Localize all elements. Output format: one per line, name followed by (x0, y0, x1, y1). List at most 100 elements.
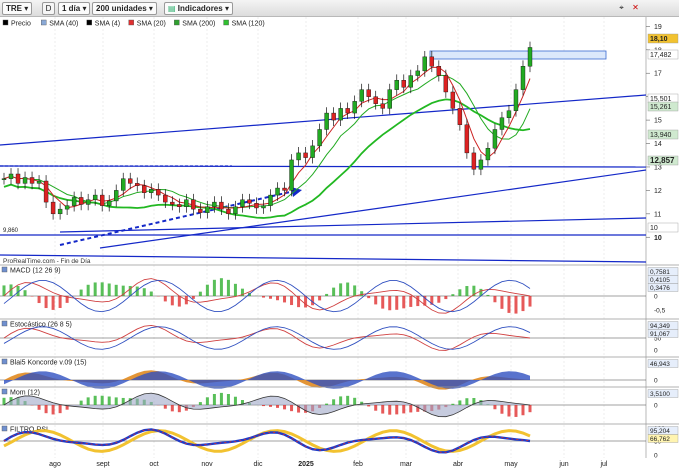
candle-body (506, 110, 512, 118)
candle-body (15, 173, 21, 184)
resistance-zone (429, 50, 607, 60)
price-label: 13,940 (650, 132, 672, 139)
histogram-bar (177, 296, 181, 307)
histogram-bar (100, 282, 104, 296)
candle-body (296, 152, 301, 161)
level-label: 9,860 (3, 228, 19, 234)
price-label: 10 (650, 225, 658, 232)
candle-body (422, 56, 427, 72)
candle-body (85, 199, 91, 205)
candle-body (408, 75, 413, 88)
candle-body (282, 187, 287, 191)
candle-body (366, 89, 371, 97)
candle-body (464, 124, 470, 154)
pane-swatch (1, 425, 8, 432)
histogram-bar (360, 291, 364, 296)
histogram-bar (212, 393, 216, 405)
candle-body (205, 206, 210, 213)
candle-body (22, 177, 28, 184)
histogram-bar (353, 285, 357, 296)
candle-body (338, 108, 343, 121)
price-label: 18,10 (650, 36, 668, 43)
histogram-bar (528, 405, 532, 413)
legend-label: SMA (4) (95, 21, 120, 28)
histogram-bar (325, 403, 329, 405)
legend-label: Precio (11, 21, 31, 28)
candle-body (331, 112, 336, 121)
histogram-bar (381, 296, 385, 309)
candle-body (499, 117, 505, 130)
histogram-bar (486, 294, 490, 296)
pane-tick-label: 0 (654, 403, 658, 410)
histogram-bar (93, 395, 97, 405)
candle-body (50, 201, 56, 215)
candle-body (149, 189, 154, 193)
candle-body (212, 201, 217, 207)
histogram-bar (226, 394, 230, 405)
histogram-bar (290, 405, 294, 412)
candle-body (394, 80, 399, 90)
candle-body (177, 204, 182, 207)
candle-body (492, 129, 498, 149)
histogram-bar (44, 296, 48, 309)
histogram-bar (2, 285, 6, 296)
y-tick-label: 14 (654, 141, 662, 148)
histogram-bar (416, 296, 420, 307)
pane-title: Estocástico (26 8 5) (10, 322, 72, 329)
legend-label: SMA (40) (49, 21, 78, 28)
y-tick-label: 15 (654, 118, 662, 125)
candle-body (1, 178, 7, 180)
candle-body (64, 205, 70, 210)
candle-body (310, 145, 315, 158)
candles (1, 41, 533, 220)
histogram-bar (451, 294, 455, 296)
right-axis (646, 17, 679, 468)
histogram-bar (51, 296, 55, 310)
candle-body (380, 103, 385, 109)
histogram-bar (283, 405, 287, 410)
x-tick-label: abr (453, 461, 464, 468)
candle-body (233, 206, 238, 215)
histogram-bar (163, 296, 167, 302)
pane-swatch (1, 388, 8, 395)
pane-title: Mom (12) (10, 390, 40, 397)
watermark: ProRealTime.com - Fin de Día (3, 258, 91, 265)
histogram-bar (163, 405, 167, 409)
pane-value-label: 94,349 (650, 323, 670, 330)
histogram-bar (219, 278, 223, 296)
histogram-bar (493, 296, 497, 303)
candle-body (92, 194, 98, 200)
histogram-bar (205, 397, 209, 405)
histogram-bar (191, 296, 195, 299)
candle-body (135, 183, 140, 186)
candle-body (429, 56, 435, 67)
legend-swatch (86, 19, 93, 26)
x-tick-label: dic (254, 461, 263, 468)
histogram-bar (283, 296, 287, 303)
candle-body (415, 70, 420, 76)
trend-line (0, 94, 647, 146)
histogram-bar (142, 288, 146, 296)
x-tick-label: mar (400, 461, 413, 468)
histogram-bar (318, 296, 322, 301)
price-label: 17,482 (650, 52, 672, 59)
price-label: 15,261 (650, 104, 672, 111)
pane-title: MACD (12 26 9) (10, 268, 61, 275)
histogram-bar (339, 283, 343, 296)
candle-body (247, 199, 252, 204)
pane-value-label: 46,943 (650, 361, 670, 368)
histogram-bar (507, 296, 511, 313)
histogram-bar (402, 296, 406, 309)
pane-value-label: 91,067 (650, 331, 670, 338)
pane-value-label: 66,762 (650, 436, 670, 443)
candle-body (436, 66, 442, 76)
pane-value-label: 3,5100 (650, 391, 670, 398)
pane-value-label: 0,7581 (650, 269, 670, 276)
price-label: 12,857 (650, 156, 675, 165)
candle-body (128, 178, 133, 184)
histogram-bar (437, 296, 441, 303)
legend-swatch (174, 19, 180, 26)
histogram-bar (261, 405, 265, 407)
candle-body (268, 194, 273, 206)
histogram-bar (79, 289, 83, 296)
